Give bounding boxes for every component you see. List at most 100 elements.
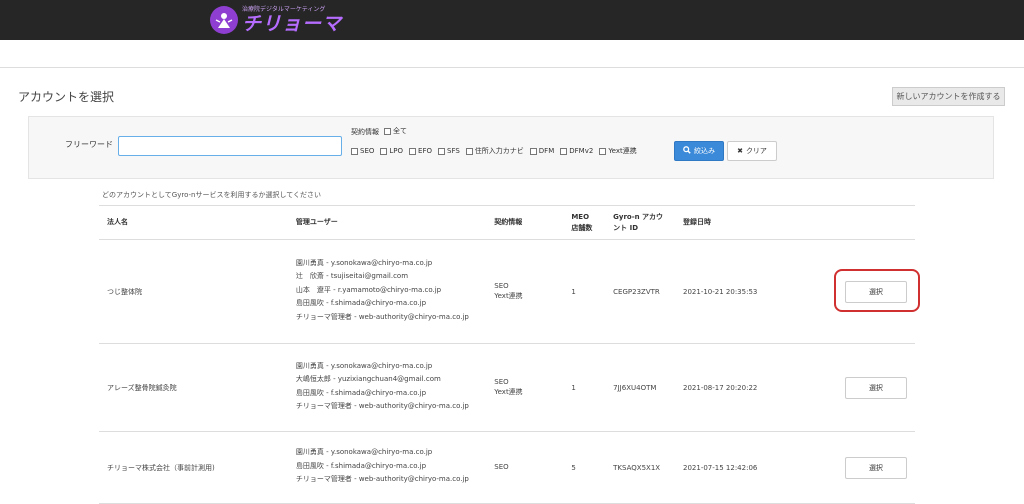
company-name: つじ整体院 [99, 239, 288, 344]
table-row: アレーズ整骨院鍼灸院 園川勇真 - y.sonokawa@chiryo-ma.c… [99, 343, 915, 432]
option-label: Yext連携 [608, 147, 637, 155]
admin-user: 大嶋恒太郎 - yuzixiangchuan4@gmail.com [295, 375, 441, 384]
select-button[interactable]: 選択 [844, 376, 907, 399]
contract-cell: SEO [486, 431, 564, 504]
contract-item: SEO [494, 462, 509, 471]
sub-header-bar [0, 40, 1024, 68]
meo-count: 1 [563, 239, 606, 344]
header-company: 法人名 [99, 205, 288, 240]
logo-wordmark: チリョーマ [242, 12, 343, 35]
contract-option-lpo[interactable]: LPO [380, 146, 403, 156]
freeword-label: フリーワード [65, 140, 113, 149]
contract-all-checkbox[interactable]: 全て [384, 126, 407, 136]
clear-button-label: クリア [745, 147, 767, 155]
admin-user: チリョーマ管理者 - web-authority@chiryo-ma.co.jp [295, 475, 469, 484]
freeword-input[interactable] [118, 136, 342, 156]
accounts-table: 法人名 管理ユーザー 契約情報 MEO 店舗数 Gyro-n アカウント ID … [99, 205, 915, 504]
contract-option-sfs[interactable]: SFS [438, 146, 460, 156]
action-cell: 選択 [826, 431, 915, 504]
contract-option-yext[interactable]: Yext連携 [599, 146, 637, 156]
admin-user: チリョーマ管理者 - web-authority@chiryo-ma.co.jp [295, 401, 469, 410]
admin-user: 辻 欣斎 - tsujiseitai@gmail.com [295, 272, 409, 281]
header-action [826, 205, 915, 240]
admin-user: チリョーマ管理者 - web-authority@chiryo-ma.co.jp [295, 312, 469, 321]
admin-user: 山本 遼平 - r.yamamoto@chiryo-ma.co.jp [295, 285, 442, 294]
table-row: つじ整体院 園川勇真 - y.sonokawa@chiryo-ma.co.jp … [99, 239, 915, 344]
logo-text-group: 治療院デジタルマーケティング チリョーマ [242, 5, 343, 35]
new-account-button[interactable]: 新しいアカウントを作成する [892, 87, 1005, 106]
account-id: TKSAQX5X1X [605, 431, 676, 504]
contract-option-dfmv2[interactable]: DFMv2 [560, 146, 593, 156]
header-contract: 契約情報 [486, 205, 564, 240]
admin-users-cell: 園川勇真 - y.sonokawa@chiryo-ma.co.jp 島田風吹 -… [287, 431, 487, 504]
close-icon: ✖ [737, 147, 743, 155]
page-title: アカウントを選択 [18, 90, 115, 104]
contract-options: SEO LPO EFO SFS 住所入力カナビ DFM DFMv2 Yext連携 [351, 146, 643, 156]
logo-tagline: 治療院デジタルマーケティング [242, 5, 326, 13]
header-account-id: Gyro-n アカウント ID [605, 205, 676, 240]
checkbox-box[interactable] [384, 127, 391, 135]
contract-item: SEO [494, 281, 509, 290]
account-id: CEGP23ZVTR [605, 239, 676, 344]
option-label: SFS [447, 147, 460, 155]
option-label: SEO [360, 147, 375, 155]
checkbox-box[interactable] [438, 147, 445, 155]
table-header-row: 法人名 管理ユーザー 契約情報 MEO 店舗数 Gyro-n アカウント ID … [99, 205, 915, 240]
account-id: 7JJ6XU4OTM [605, 343, 676, 432]
company-name: チリョーマ株式会社（事前計測用) [99, 431, 288, 504]
meo-count: 1 [563, 343, 606, 432]
registered-datetime: 2021-08-17 20:20:22 [675, 343, 827, 432]
search-icon [683, 146, 691, 156]
admin-user: 園川勇真 - y.sonokawa@chiryo-ma.co.jp [295, 448, 433, 457]
contract-option-efo[interactable]: EFO [409, 146, 432, 156]
header-registered: 登録日時 [675, 205, 827, 240]
checkbox-box[interactable] [465, 147, 473, 155]
option-label: DFMv2 [569, 147, 594, 155]
header-admin-users: 管理ユーザー [287, 205, 487, 240]
search-button[interactable]: 絞込み [674, 141, 724, 161]
action-cell: 選択 [826, 239, 915, 344]
checkbox-box[interactable] [560, 147, 568, 155]
checkbox-box[interactable] [529, 147, 537, 155]
contract-item: Yext連携 [494, 387, 523, 396]
admin-user: 園川勇真 - y.sonokawa@chiryo-ma.co.jp [295, 259, 433, 268]
contract-item: Yext連携 [494, 291, 523, 300]
company-name: アレーズ整骨院鍼灸院 [99, 343, 288, 432]
option-label: DFM [538, 147, 555, 155]
logo-emblem-icon [210, 6, 238, 34]
contract-cell: SEO Yext連携 [486, 239, 564, 344]
select-button[interactable]: 選択 [844, 280, 907, 303]
admin-user: 島田風吹 - f.shimada@chiryo-ma.co.jp [295, 461, 427, 470]
header-meo-count: MEO 店舗数 [563, 205, 606, 240]
contract-option-dfm[interactable]: DFM [529, 146, 555, 156]
instruction-text: どのアカウントとしてGyro-nサービスを利用するか選択してください [102, 191, 322, 199]
select-button[interactable]: 選択 [844, 456, 907, 479]
registered-datetime: 2021-10-21 20:35:53 [675, 239, 827, 344]
checkbox-box[interactable] [599, 147, 607, 155]
admin-user: 島田風吹 - f.shimada@chiryo-ma.co.jp [295, 299, 427, 308]
option-label: 住所入力カナビ [474, 147, 524, 155]
admin-user: 島田風吹 - f.shimada@chiryo-ma.co.jp [295, 388, 427, 397]
admin-users-cell: 園川勇真 - y.sonokawa@chiryo-ma.co.jp 大嶋恒太郎 … [287, 343, 487, 432]
clear-button[interactable]: ✖ クリア [727, 141, 777, 161]
action-cell: 選択 [826, 343, 915, 432]
contract-option-address-kana[interactable]: 住所入力カナビ [465, 146, 524, 156]
table-row: チリョーマ株式会社（事前計測用) 園川勇真 - y.sonokawa@chiry… [99, 431, 915, 504]
meo-count: 5 [563, 431, 606, 504]
contract-all-label: 全て [393, 127, 407, 135]
admin-user: 園川勇真 - y.sonokawa@chiryo-ma.co.jp [295, 361, 433, 370]
contract-cell: SEO Yext連携 [486, 343, 564, 432]
admin-users-cell: 園川勇真 - y.sonokawa@chiryo-ma.co.jp 辻 欣斎 -… [287, 239, 487, 344]
registered-datetime: 2021-07-15 12:42:06 [675, 431, 827, 504]
option-label: LPO [389, 147, 404, 155]
contract-option-seo[interactable]: SEO [351, 146, 374, 156]
option-label: EFO [418, 147, 432, 155]
filter-panel: フリーワード 契約情報 全て SEO LPO EFO SFS 住所入力カナビ D… [28, 116, 994, 179]
top-header-bar: 治療院デジタルマーケティング チリョーマ [0, 0, 1024, 40]
checkbox-box[interactable] [380, 147, 388, 155]
chiryoma-logo[interactable]: 治療院デジタルマーケティング チリョーマ [210, 5, 342, 35]
search-button-label: 絞込み [694, 147, 715, 155]
contract-info-label: 契約情報 [351, 128, 379, 136]
checkbox-box[interactable] [409, 147, 417, 155]
checkbox-box[interactable] [351, 147, 358, 155]
